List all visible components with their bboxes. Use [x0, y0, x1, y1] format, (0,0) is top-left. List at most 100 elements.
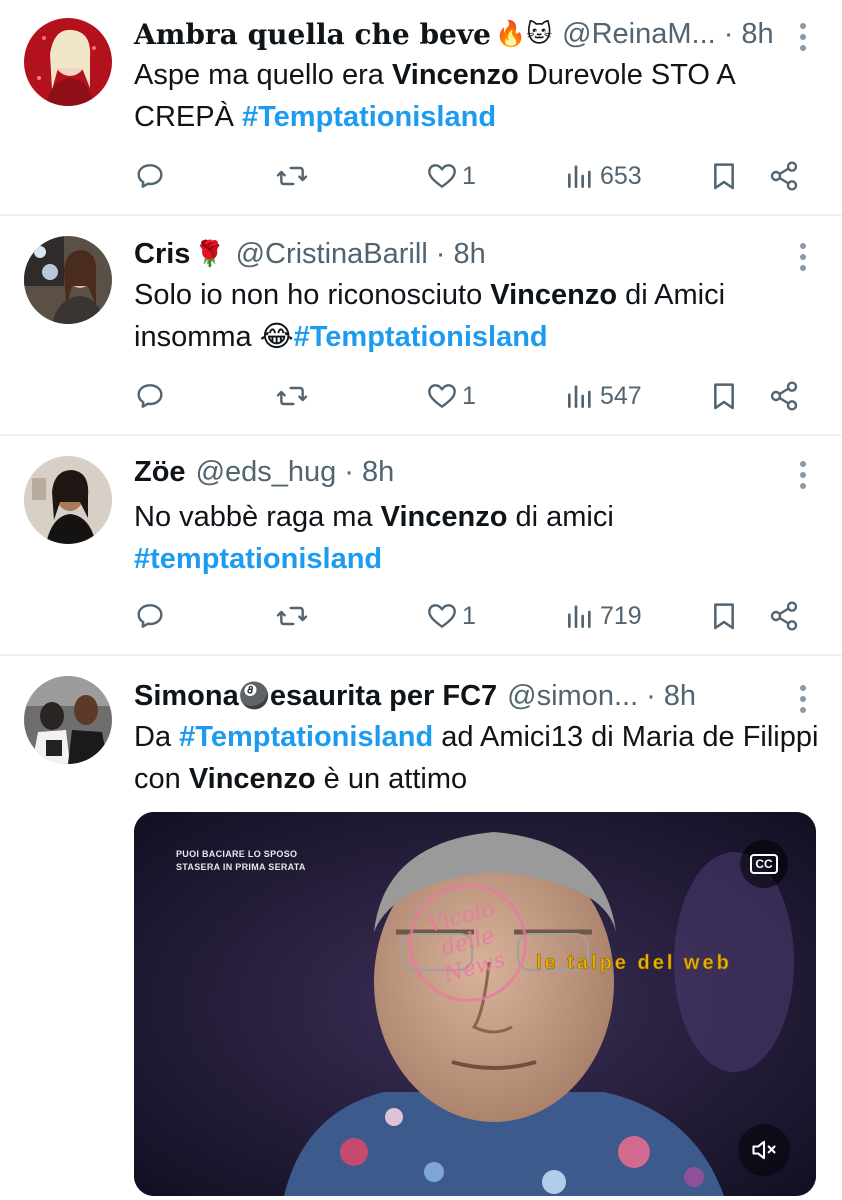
retweet-icon — [276, 606, 308, 626]
timestamp[interactable]: 8h — [664, 680, 696, 713]
caption-line: PUOI BACIARE LO SPOSO — [176, 849, 298, 859]
share-icon — [770, 601, 798, 631]
text-bold: Vincenzo — [380, 501, 508, 533]
user-handle[interactable]: @CristinaBarill — [236, 238, 428, 271]
retweet-icon — [276, 166, 308, 186]
hashtag-link[interactable]: #temptationisland — [134, 543, 382, 575]
bookmark-button[interactable] — [708, 596, 740, 636]
caption-line: STASERA IN PRIMA SERATA — [176, 862, 306, 872]
laughing-emoji: 😂 — [259, 321, 294, 353]
share-button[interactable] — [768, 156, 800, 196]
text-segment: Da — [134, 721, 180, 753]
display-name[interactable]: Zöe — [134, 456, 186, 489]
like-count: 1 — [462, 601, 476, 630]
like-count: 1 — [462, 161, 476, 190]
text-bold: Vincenzo — [391, 59, 519, 91]
retweet-button[interactable] — [276, 596, 308, 636]
bookmark-icon — [714, 163, 734, 190]
tweet-text: Aspe ma quello era Vincenzo Durevole STO… — [134, 54, 824, 138]
avatar[interactable] — [24, 236, 112, 324]
hashtag-link[interactable]: #Temptationisland — [294, 321, 548, 353]
tweet[interactable]: Cris 🌹 @CristinaBarill · 8h Solo io non … — [0, 216, 842, 434]
text-segment: No vabbè raga ma — [134, 501, 381, 533]
tweet[interactable]: Ambra quella che beve 🔥🐱 @ReinaM... · 8h… — [0, 0, 842, 214]
video-caption: PUOI BACIARE LO SPOSO STASERA IN PRIMA S… — [176, 848, 306, 874]
separator-dot: · — [723, 17, 734, 50]
reply-button[interactable] — [134, 156, 166, 196]
text-segment: Solo io non ho riconosciuto — [134, 279, 491, 311]
user-handle[interactable]: @ReinaM... — [562, 18, 716, 51]
hashtag-link[interactable]: #Temptationisland — [242, 101, 496, 133]
views-button[interactable]: 719 — [564, 596, 642, 636]
text-bold: Vincenzo — [490, 279, 618, 311]
view-count: 547 — [600, 381, 642, 410]
name-emoji: 🔥🐱 — [494, 19, 553, 48]
retweet-button[interactable] — [276, 376, 308, 416]
display-name[interactable]: Simona — [134, 680, 239, 713]
bookmark-button[interactable] — [708, 156, 740, 196]
text-segment: è un attimo — [315, 763, 468, 795]
timestamp[interactable]: 8h — [453, 238, 485, 271]
reply-icon — [137, 164, 163, 188]
cc-icon: CC — [750, 854, 778, 874]
video-player[interactable]: PUOI BACIARE LO SPOSO STASERA IN PRIMA S… — [134, 812, 816, 1196]
reply-icon — [137, 384, 163, 408]
more-icon[interactable] — [798, 682, 808, 716]
stamp-text: Vicolo delle News — [424, 896, 508, 988]
timestamp[interactable]: 8h — [362, 456, 394, 489]
tweet-text: Solo io non ho riconosciuto Vincenzo di … — [134, 274, 824, 358]
tweet-text: Da #Temptationisland ad Amici13 di Maria… — [134, 716, 824, 800]
retweet-button[interactable] — [276, 156, 308, 196]
retweet-icon — [276, 386, 308, 406]
views-icon — [568, 385, 591, 408]
reply-icon — [137, 604, 163, 628]
more-icon[interactable] — [798, 458, 808, 492]
avatar[interactable] — [24, 676, 112, 764]
like-icon — [428, 604, 456, 628]
like-button[interactable]: 1 — [426, 156, 476, 196]
avatar[interactable] — [24, 456, 112, 544]
name-emoji: 🌹 — [194, 239, 226, 268]
display-name[interactable]: Ambra quella che beve — [134, 18, 491, 51]
like-icon — [428, 384, 456, 408]
separator-dot: · — [646, 679, 656, 712]
user-handle[interactable]: @eds_hug — [196, 456, 337, 489]
views-icon — [568, 605, 591, 628]
views-button[interactable]: 547 — [564, 376, 642, 416]
bookmark-button[interactable] — [708, 376, 740, 416]
view-count: 719 — [600, 601, 642, 630]
like-icon — [428, 164, 456, 188]
mute-icon — [752, 1140, 776, 1160]
tweet-text: No vabbè raga ma Vincenzo di amici #temp… — [134, 496, 694, 580]
user-handle[interactable]: @simon... — [507, 680, 638, 713]
more-icon[interactable] — [798, 20, 808, 54]
hashtag-link[interactable]: #Temptationisland — [179, 721, 433, 753]
text-bold: Vincenzo — [188, 763, 316, 795]
tweet[interactable]: Zöe @eds_hug · 8h No vabbè raga ma Vince… — [0, 436, 842, 654]
more-icon[interactable] — [798, 240, 808, 274]
timestamp[interactable]: 8h — [741, 18, 773, 51]
share-button[interactable] — [768, 596, 800, 636]
avatar[interactable] — [24, 18, 112, 106]
cc-button[interactable]: CC — [740, 840, 788, 888]
share-icon — [770, 161, 798, 191]
views-button[interactable]: 653 — [564, 156, 642, 196]
view-count: 653 — [600, 161, 642, 190]
bookmark-icon — [714, 603, 734, 630]
separator-dot: · — [435, 237, 446, 270]
share-icon — [770, 381, 798, 411]
reply-button[interactable] — [134, 376, 166, 416]
share-button[interactable] — [768, 376, 800, 416]
views-icon — [568, 165, 591, 188]
separator-dot: · — [344, 455, 354, 488]
like-button[interactable]: 1 — [426, 596, 476, 636]
text-segment: Aspe ma quello era — [134, 59, 392, 91]
text-segment: di amici — [507, 501, 614, 533]
reply-button[interactable] — [134, 596, 166, 636]
like-button[interactable]: 1 — [426, 376, 476, 416]
name-emoji: 🎱 — [238, 681, 270, 710]
display-name[interactable]: Cris — [134, 238, 190, 271]
mute-button[interactable] — [738, 1124, 790, 1176]
display-name-rest[interactable]: esaurita per FC7 — [270, 680, 497, 713]
watermark-text: le talpe del web — [536, 952, 732, 975]
